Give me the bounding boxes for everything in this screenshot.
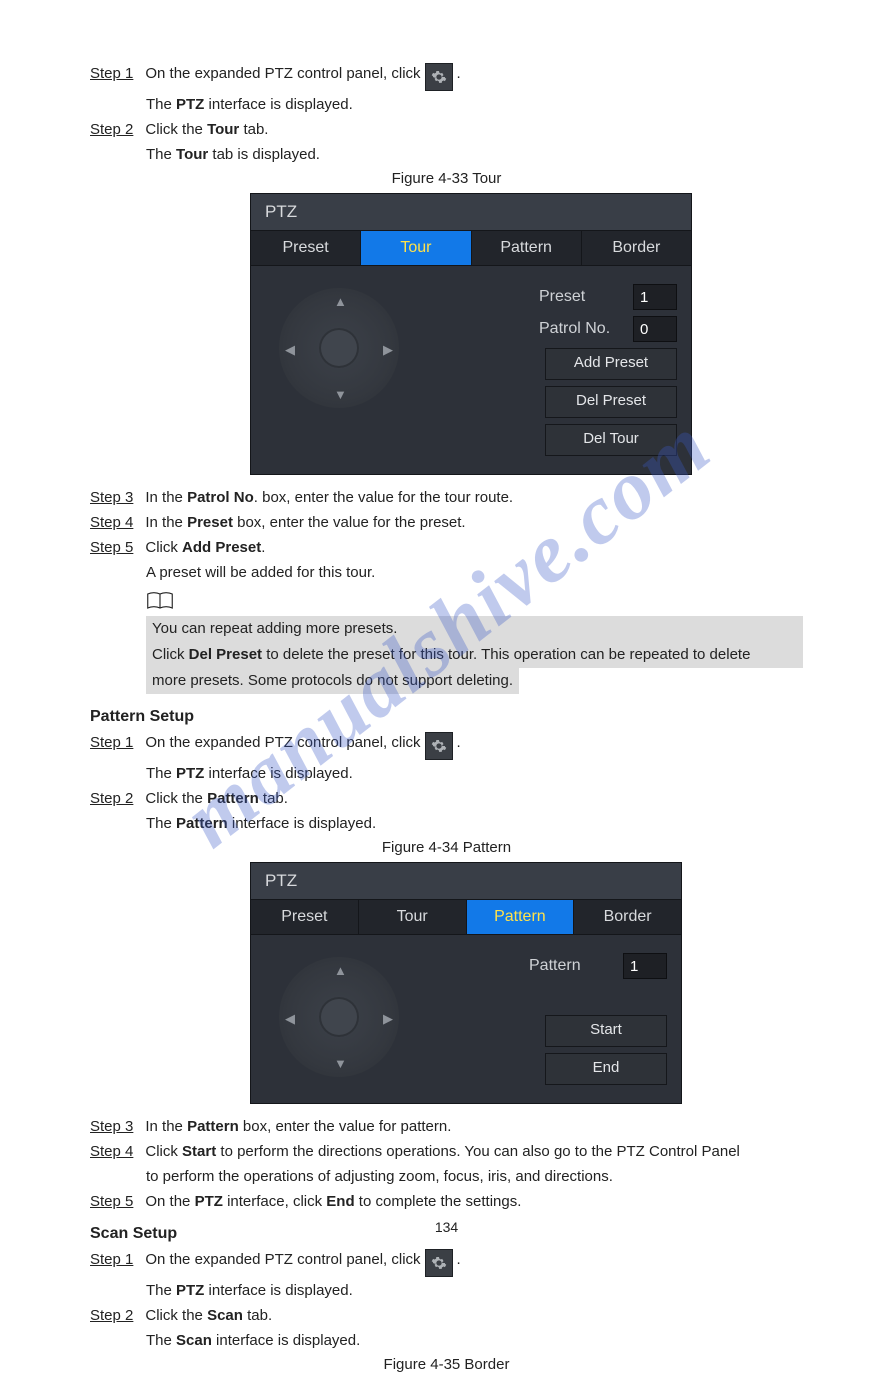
pattern-step1-post: .	[457, 732, 461, 754]
note-line-1: You can repeat adding more presets.	[146, 616, 803, 642]
add-preset-button[interactable]: Add Preset	[545, 348, 677, 380]
step1-result: The PTZ interface is displayed.	[146, 94, 803, 116]
figure-label-pattern: Figure 4-34 Pattern	[90, 839, 803, 856]
step3-text: In the Patrol No. box, enter the value f…	[145, 487, 513, 509]
step2-text: Click the Tour tab.	[145, 119, 268, 141]
step2-label: Step 2	[90, 119, 133, 141]
tab-preset-2[interactable]: Preset	[251, 900, 359, 934]
dpad-right-icon[interactable]: ▶	[383, 1011, 393, 1027]
pattern-label: Pattern	[529, 957, 615, 975]
gear-icon[interactable]	[425, 732, 453, 760]
pattern-step2-label: Step 2	[90, 788, 133, 810]
patrol-label: Patrol No.	[539, 320, 625, 338]
step5-result: A preset will be added for this tour.	[146, 562, 803, 584]
tab-tour-2[interactable]: Tour	[359, 900, 467, 934]
scan-step2-result: The Scan interface is displayed.	[146, 1330, 803, 1352]
dpad-down-icon[interactable]: ▼	[334, 387, 347, 402]
pattern-step1-pre: On the expanded PTZ control panel, click	[145, 732, 420, 754]
note-book-icon	[146, 590, 176, 612]
pat-step3-text: In the Pattern box, enter the value for …	[145, 1116, 451, 1138]
dpad-down-icon[interactable]: ▼	[334, 1056, 347, 1071]
scan-step1-label: Step 1	[90, 1249, 133, 1271]
pattern-input[interactable]	[623, 953, 667, 979]
step3-label: Step 3	[90, 487, 133, 509]
ptz-title-2: PTZ	[251, 863, 681, 899]
ptz-dpad[interactable]: ▲ ▼ ◀ ▶	[279, 288, 399, 408]
tab-border[interactable]: Border	[582, 231, 691, 265]
step2-result: The Tour tab is displayed.	[146, 144, 803, 166]
page-number: 134	[0, 1219, 893, 1235]
pat-step4-label: Step 4	[90, 1141, 133, 1163]
pattern-step1-label: Step 1	[90, 732, 133, 754]
ptz-dpad-2[interactable]: ▲ ▼ ◀ ▶	[279, 957, 399, 1077]
tab-tour[interactable]: Tour	[361, 231, 471, 265]
tab-preset[interactable]: Preset	[251, 231, 361, 265]
dpad-right-icon[interactable]: ▶	[383, 342, 393, 358]
dpad-left-icon[interactable]: ◀	[285, 342, 295, 358]
gear-icon[interactable]	[425, 63, 453, 91]
dpad-left-icon[interactable]: ◀	[285, 1011, 295, 1027]
step1-text-post: .	[457, 63, 461, 85]
scan-step2-text: Click the Scan tab.	[145, 1305, 272, 1327]
step5-label: Step 5	[90, 537, 133, 559]
scan-step1-post: .	[457, 1249, 461, 1271]
pattern-step1-result: The PTZ interface is displayed.	[146, 763, 803, 785]
tab-border-2[interactable]: Border	[574, 900, 681, 934]
scan-step1-result: The PTZ interface is displayed.	[146, 1280, 803, 1302]
heading-pattern-setup: Pattern Setup	[90, 708, 803, 726]
pattern-step2-result: The Pattern interface is displayed.	[146, 813, 803, 835]
del-preset-button[interactable]: Del Preset	[545, 386, 677, 418]
del-tour-button[interactable]: Del Tour	[545, 424, 677, 456]
ptz-pattern-panel: PTZ Preset Tour Pattern Border ▲ ▼ ◀ ▶ P…	[250, 862, 682, 1104]
figure-label-border: Figure 4-35 Border	[90, 1356, 803, 1373]
ptz-title: PTZ	[251, 194, 691, 230]
tab-pattern-2[interactable]: Pattern	[467, 900, 575, 934]
end-button[interactable]: End	[545, 1053, 667, 1085]
pat-step5-label: Step 5	[90, 1191, 133, 1213]
scan-step2-label: Step 2	[90, 1305, 133, 1327]
step4-label: Step 4	[90, 512, 133, 534]
note-line-3: more presets. Some protocols do not supp…	[146, 668, 519, 694]
pat-step4-cont: to perform the operations of adjusting z…	[146, 1166, 803, 1188]
patrol-input[interactable]	[633, 316, 677, 342]
pattern-step2-text: Click the Pattern tab.	[145, 788, 288, 810]
note-line-2: Click Del Preset to delete the preset fo…	[146, 642, 803, 668]
pat-step3-label: Step 3	[90, 1116, 133, 1138]
step5-text: Click Add Preset.	[145, 537, 265, 559]
preset-label: Preset	[539, 288, 625, 306]
step1-label: Step 1	[90, 63, 133, 85]
pat-step5-text: On the PTZ interface, click End to compl…	[145, 1191, 521, 1213]
figure-label-tour: Figure 4-33 Tour	[90, 170, 803, 187]
scan-step1-pre: On the expanded PTZ control panel, click	[145, 1249, 420, 1271]
dpad-up-icon[interactable]: ▲	[334, 294, 347, 309]
dpad-up-icon[interactable]: ▲	[334, 963, 347, 978]
start-button[interactable]: Start	[545, 1015, 667, 1047]
preset-input[interactable]	[633, 284, 677, 310]
step4-text: In the Preset box, enter the value for t…	[145, 512, 465, 534]
tab-pattern[interactable]: Pattern	[472, 231, 582, 265]
ptz-tour-panel: PTZ Preset Tour Pattern Border ▲ ▼ ◀ ▶ P…	[250, 193, 692, 475]
step1-text-pre: On the expanded PTZ control panel, click	[145, 63, 420, 85]
gear-icon[interactable]	[425, 1249, 453, 1277]
pat-step4-text: Click Start to perform the directions op…	[145, 1141, 740, 1163]
